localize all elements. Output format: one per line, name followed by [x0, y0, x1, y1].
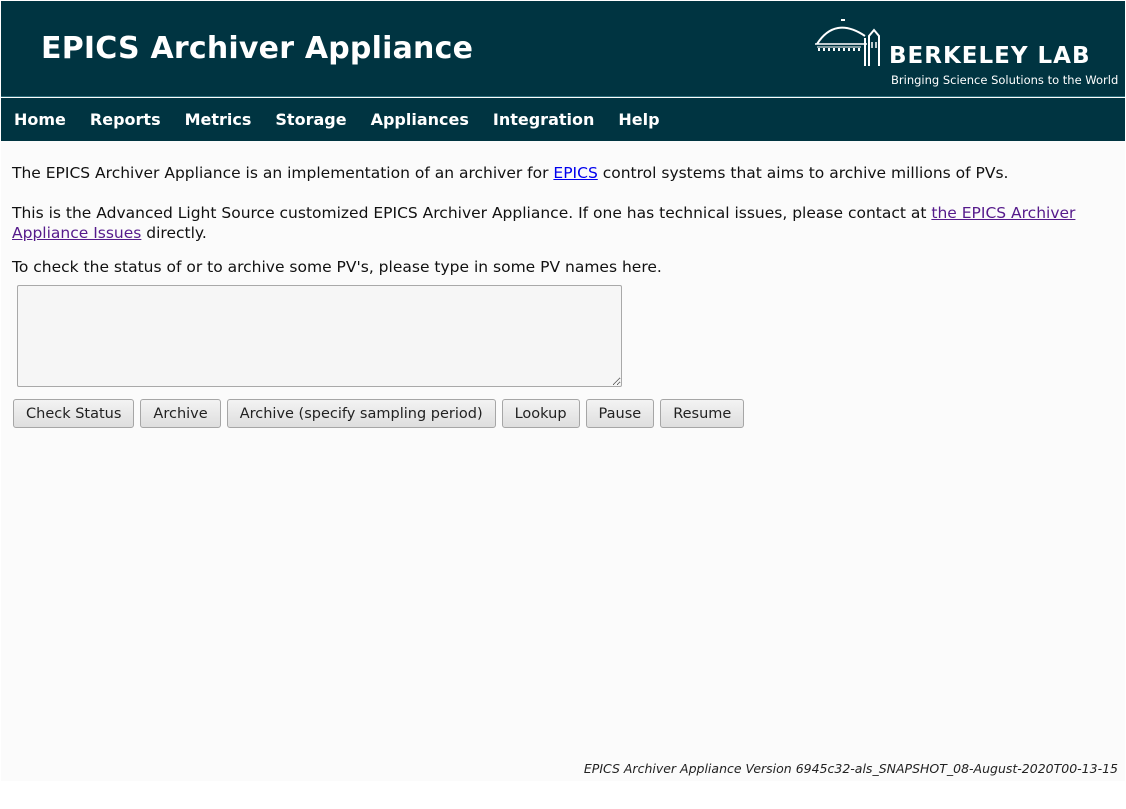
- contact-text-after: directly.: [141, 224, 207, 242]
- archive-specify-period-button[interactable]: Archive (specify sampling period): [226, 399, 496, 428]
- contact-text-before: This is the Advanced Light Source custom…: [12, 204, 932, 222]
- intro-text-before: The EPICS Archiver Appliance is an imple…: [12, 164, 554, 182]
- header: EPICS Archiver Appliance BERKELEY LAB Br…: [1, 1, 1125, 97]
- nav-item-storage[interactable]: Storage: [275, 110, 346, 129]
- main-nav: Home Reports Metrics Storage Appliances …: [1, 98, 1125, 141]
- archive-button[interactable]: Archive: [140, 399, 221, 428]
- nav-item-reports[interactable]: Reports: [90, 110, 161, 129]
- pause-button[interactable]: Pause: [585, 399, 655, 428]
- nav-item-help[interactable]: Help: [618, 110, 659, 129]
- contact-paragraph: This is the Advanced Light Source custom…: [12, 203, 1102, 243]
- logo-text: BERKELEY LAB: [889, 43, 1091, 69]
- berkeley-lab-logo[interactable]: BERKELEY LAB Bringing Science Solutions …: [813, 18, 1118, 90]
- nav-item-metrics[interactable]: Metrics: [185, 110, 252, 129]
- pv-names-input[interactable]: [17, 285, 622, 387]
- check-status-button[interactable]: Check Status: [13, 399, 135, 428]
- lookup-button[interactable]: Lookup: [501, 399, 580, 428]
- nav-item-home[interactable]: Home: [14, 110, 66, 129]
- action-buttons: Check Status Archive Archive (specify sa…: [13, 399, 750, 428]
- intro-paragraph: The EPICS Archiver Appliance is an imple…: [12, 163, 1008, 183]
- page: EPICS Archiver Appliance BERKELEY LAB Br…: [1, 1, 1125, 781]
- epics-link[interactable]: EPICS: [553, 164, 597, 182]
- nav-item-integration[interactable]: Integration: [493, 110, 595, 129]
- logo-tagline: Bringing Science Solutions to the World: [891, 73, 1119, 87]
- pv-prompt: To check the status of or to archive som…: [12, 258, 662, 276]
- nav-item-appliances[interactable]: Appliances: [371, 110, 469, 129]
- app-title: EPICS Archiver Appliance: [41, 31, 474, 66]
- resume-button[interactable]: Resume: [660, 399, 745, 428]
- berkeley-lab-logo-icon: [815, 19, 880, 66]
- version-footer: EPICS Archiver Appliance Version 6945c32…: [583, 761, 1118, 776]
- intro-text-after: control systems that aims to archive mil…: [597, 164, 1009, 182]
